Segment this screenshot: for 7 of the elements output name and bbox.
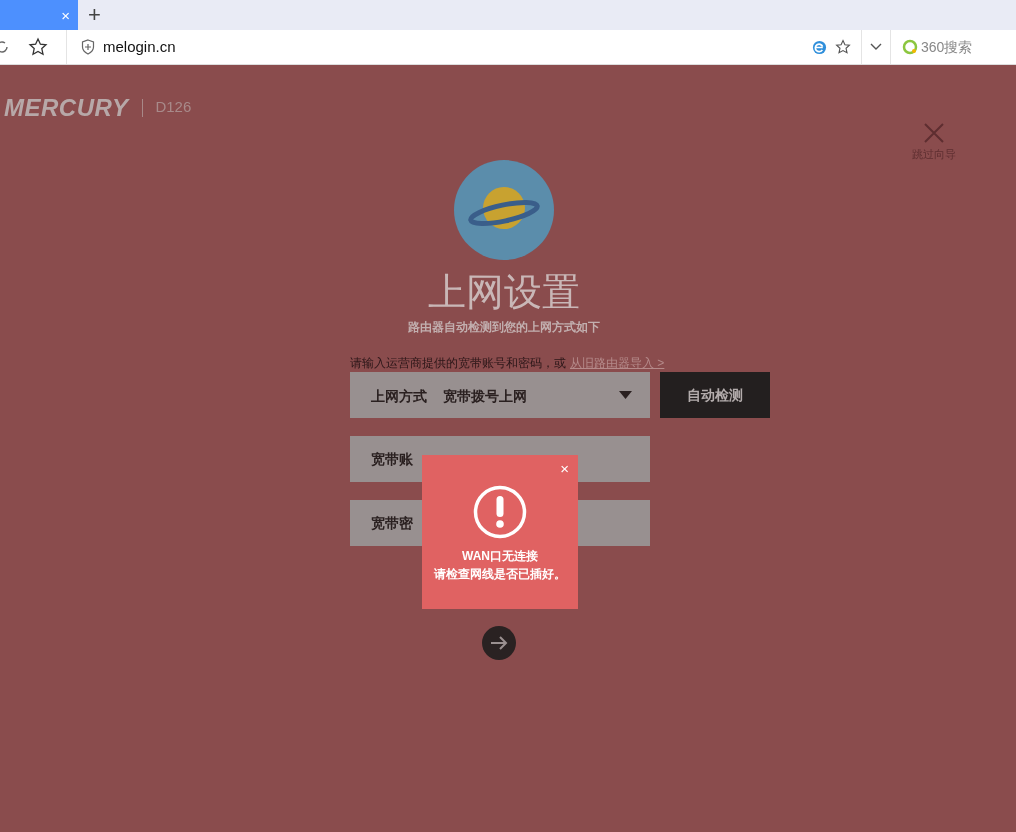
alert-message: WAN口无连接	[462, 548, 538, 565]
alert-message: 请检查网线是否已插好。	[434, 566, 566, 583]
page-title: 上网设置	[428, 270, 580, 315]
model-label: D126	[155, 97, 192, 118]
page-subtitle: 路由器自动检测到您的上网方式如下	[408, 319, 600, 336]
instruction-text: 请输入运营商提供的宽带账号和密码，或	[350, 355, 566, 372]
brand-logo: MERCURY	[4, 92, 129, 123]
